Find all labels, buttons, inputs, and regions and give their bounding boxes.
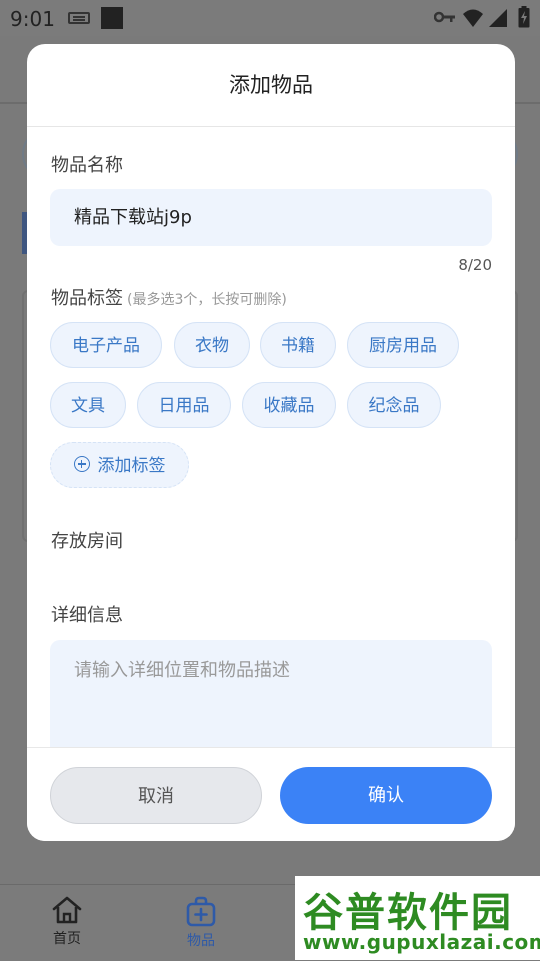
item-tags-hint: (最多选3个，长按可删除) (127, 292, 287, 308)
tag-chip[interactable]: 衣物 (174, 322, 250, 368)
bag-plus-icon (186, 896, 216, 927)
tag-chip[interactable]: 收藏品 (242, 382, 336, 428)
notification-square-icon (101, 7, 123, 29)
tag-chip[interactable]: 厨房用品 (347, 322, 459, 368)
tag-chip[interactable]: 日用品 (137, 382, 231, 428)
name-char-counter: 8/20 (458, 256, 492, 274)
keyboard-icon (68, 12, 90, 24)
tag-chip[interactable]: 电子产品 (50, 322, 162, 368)
add-tag-button[interactable]: 添加标签 (50, 442, 189, 488)
add-item-dialog: 添加物品 物品名称 精品下载站j9p 8/20 物品标签 (最多选3个，长按可删除… (27, 44, 515, 841)
item-tags-label: 物品标签 (最多选3个，长按可删除) (51, 284, 287, 310)
dialog-footer: 取消 确认 (27, 747, 515, 841)
nav-items-label: 物品 (187, 933, 215, 949)
battery-icon (518, 6, 530, 28)
confirm-button[interactable]: 确认 (280, 767, 492, 824)
home-icon (52, 896, 82, 924)
status-bar: 9:01 (0, 0, 540, 36)
vpn-key-icon (434, 11, 455, 23)
storage-room-label: 存放房间 (51, 531, 123, 552)
item-name-label: 物品名称 (51, 155, 123, 176)
dialog-title: 添加物品 (27, 44, 515, 127)
item-tags-title: 物品标签 (51, 288, 123, 309)
cancel-button[interactable]: 取消 (50, 767, 262, 824)
status-time: 9:01 (10, 7, 55, 31)
add-tag-label: 添加标签 (97, 456, 166, 476)
watermark-url: www.gupuxlazai.com (303, 930, 540, 954)
nav-home-label: 首页 (53, 931, 81, 947)
nav-item-items[interactable]: 物品 (166, 895, 236, 950)
tag-chip[interactable]: 纪念品 (347, 382, 441, 428)
signal-icon (489, 9, 507, 27)
tag-chip[interactable]: 文具 (50, 382, 126, 428)
watermark: 谷普软件园 www.gupuxlazai.com (295, 876, 540, 960)
plus-circle-icon (73, 456, 90, 472)
details-label: 详细信息 (51, 605, 123, 626)
nav-item-home[interactable]: 首页 (32, 895, 102, 948)
item-name-input[interactable]: 精品下载站j9p (50, 189, 492, 246)
tag-chip[interactable]: 书籍 (260, 322, 336, 368)
wifi-icon (463, 9, 483, 27)
